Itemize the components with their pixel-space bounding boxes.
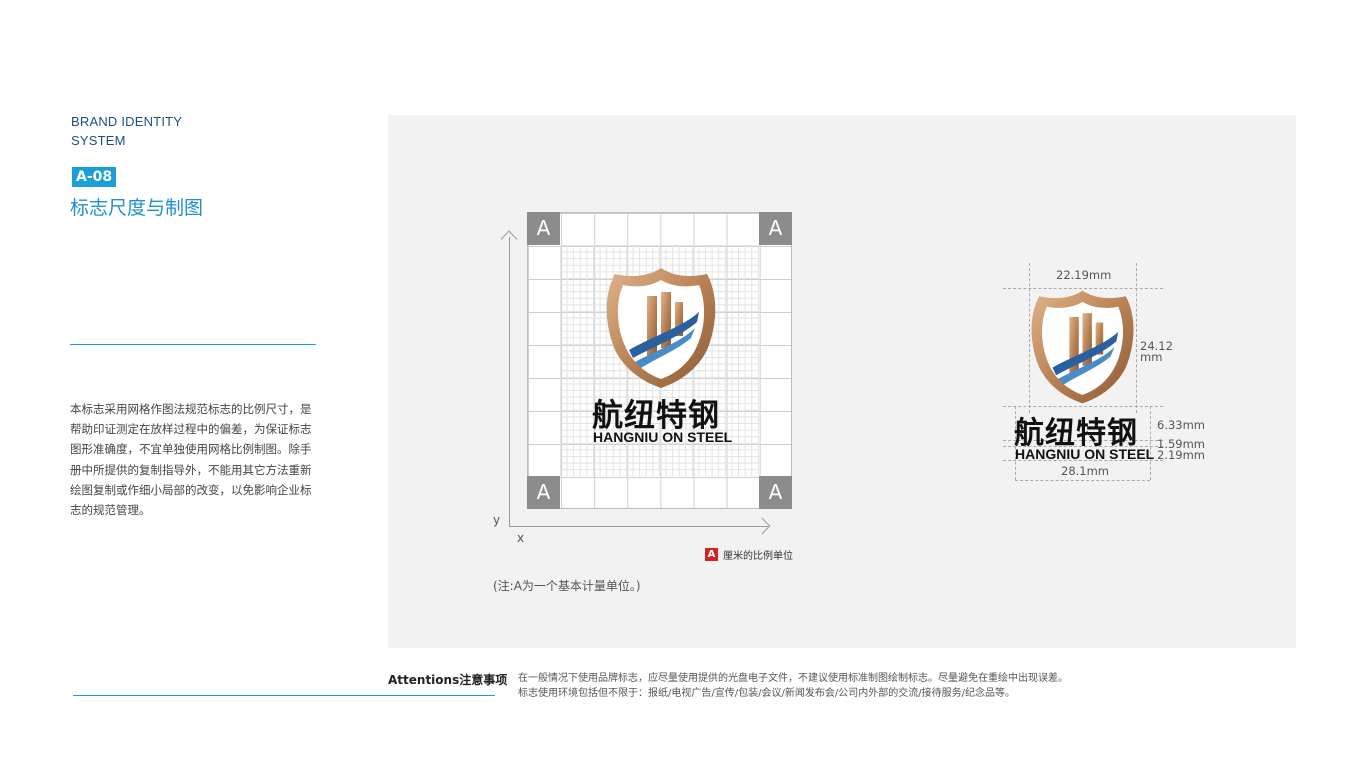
brand-line-2: SYSTEM: [71, 133, 126, 148]
corner-unit-bottom-left: A: [527, 476, 560, 509]
attentions-title: Attentions注意事项: [388, 673, 508, 687]
corner-unit-top-right: A: [759, 212, 792, 245]
corner-unit-bottom-right: A: [759, 476, 792, 509]
dimensioned-shield-emblem-icon: [1031, 290, 1134, 404]
x-axis-label: x: [517, 531, 525, 545]
dim-width-top: 22.19mm: [1056, 268, 1112, 282]
dim-line-right-outer: [1150, 406, 1151, 480]
attentions-text: 在一般情况下使用品牌标志，应尽量使用提供的光盘电子文件，不建议使用标准制图绘制标…: [518, 671, 1068, 701]
divider: [70, 344, 316, 345]
x-axis: [509, 526, 768, 527]
brand-line-1: BRAND IDENTITY: [71, 114, 183, 129]
description-text: 本标志采用网格作图法规范标志的比例尺寸，是帮助印证测定在放样过程中的偏差，为保证…: [70, 402, 312, 518]
dim-line-emblem-bottom: [1003, 406, 1163, 407]
attentions-line-1: 在一般情况下使用品牌标志，应尽量使用提供的光盘电子文件，不建议使用标准制图绘制标…: [518, 673, 1068, 684]
y-axis-label: y: [493, 513, 501, 527]
attentions-line-2: 标志使用环境包括但不限于：报纸/电视广告/宣传/包装/会议/新闻发布会/公司内外…: [518, 688, 1015, 699]
attentions-divider: [73, 695, 495, 696]
corner-unit-top-left: A: [527, 212, 560, 245]
dim-emblem-height-unit: mm: [1140, 350, 1163, 364]
section-title: 标志尺度与制图: [70, 197, 204, 219]
dim-cn-height: 6.33mm: [1157, 418, 1206, 432]
logo-name-en: HANGNIU ON STEEL: [593, 429, 733, 445]
dim-en-height: 2.19mm: [1157, 448, 1206, 462]
brand-identity-heading: BRAND IDENTITY SYSTEM: [71, 112, 182, 150]
dim-width-bottom: 28.1mm: [1061, 464, 1110, 478]
dimensioned-logo-name-en: HANGNIU ON STEEL: [1015, 446, 1155, 462]
y-axis: [509, 237, 510, 527]
unit-legend: A 厘米的比例单位: [705, 547, 793, 562]
figure-panel: [388, 115, 1296, 648]
section-code-badge: A-08: [72, 167, 117, 187]
shield-emblem-icon: [606, 268, 716, 388]
dim-line-bottom: [1015, 480, 1150, 481]
unit-legend-text: 厘米的比例单位: [723, 551, 793, 562]
grid-note: (注:A为一个基本计量单位。): [493, 579, 641, 593]
unit-symbol: A: [705, 548, 718, 561]
